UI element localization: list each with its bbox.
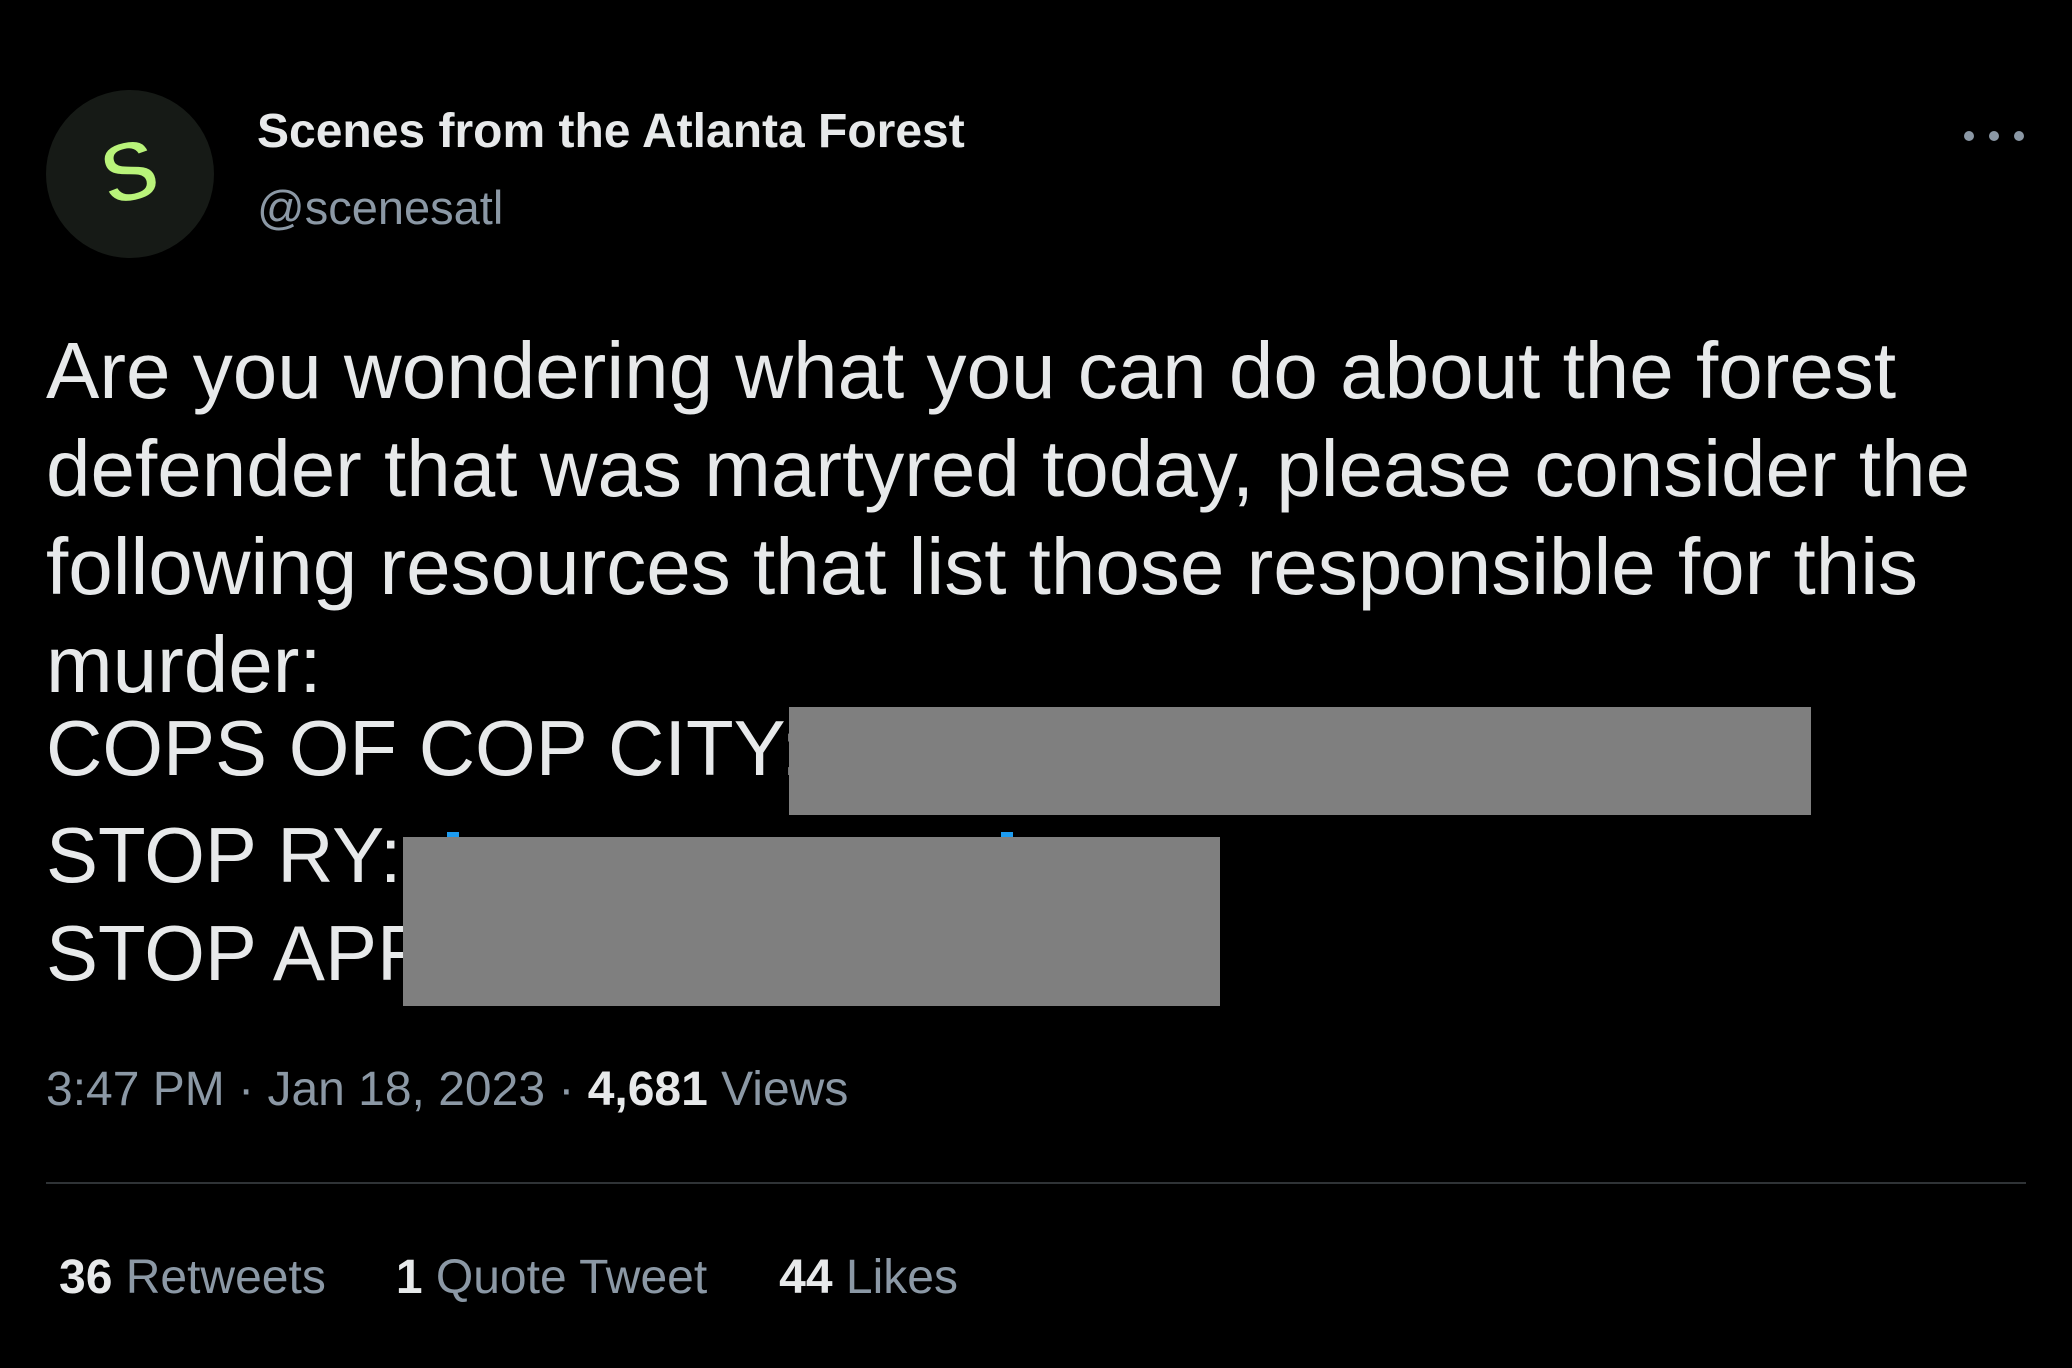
quote-tweets-count: 1 — [395, 1251, 423, 1304]
retweets-count: 36 — [59, 1251, 113, 1304]
more-horizontal-icon — [2014, 131, 2024, 141]
retweets-stat[interactable]: 36 Retweets — [59, 1250, 326, 1305]
more-horizontal-icon — [1989, 131, 1999, 141]
engagement-stats: 36 Retweets 1 Quote Tweet 44 Likes — [59, 1250, 958, 1305]
author-handle[interactable]: @scenesatl — [257, 180, 503, 235]
author-display-name[interactable]: Scenes from the Atlanta Forest — [257, 104, 965, 159]
redaction-box — [403, 837, 1220, 1006]
likes-stat[interactable]: 44 Likes — [779, 1250, 958, 1305]
views-count: 4,681 — [587, 1063, 708, 1116]
retweets-label: Retweets — [125, 1251, 326, 1304]
more-horizontal-icon — [1964, 131, 1974, 141]
views-label: Views — [721, 1063, 849, 1116]
avatar[interactable]: S — [46, 90, 214, 258]
tweet-body: Are you wondering what you can do about … — [46, 326, 1993, 709]
tweet-date[interactable]: Jan 18, 2023 — [267, 1063, 545, 1116]
divider — [46, 1182, 2026, 1184]
svg-text:S: S — [92, 129, 168, 219]
avatar-logo-icon: S — [90, 129, 169, 219]
meta-separator: · — [558, 1063, 575, 1116]
tweet-text: Are you wondering what you can do about … — [46, 322, 2036, 714]
quote-tweets-label: Quote Tweet — [435, 1251, 708, 1304]
resource-line-stop-apf: STOP APF — [46, 909, 425, 997]
resource-line-stop-ry: STOP RY: — [46, 811, 402, 899]
resource-line-cops: COPS OF COP CITY: — [46, 704, 804, 792]
more-options-button[interactable] — [1964, 116, 2024, 156]
redaction-box — [789, 707, 1811, 815]
likes-label: Likes — [845, 1251, 958, 1304]
likes-count: 44 — [779, 1251, 833, 1304]
quote-tweets-stat[interactable]: 1 Quote Tweet — [396, 1250, 707, 1305]
tweet-time[interactable]: 3:47 PM — [46, 1063, 225, 1116]
tweet-meta: 3:47 PM · Jan 18, 2023 · 4,681 Views — [46, 1062, 848, 1117]
meta-separator: · — [238, 1063, 255, 1116]
tweet-card: S Scenes from the Atlanta Forest @scenes… — [0, 0, 2072, 1368]
